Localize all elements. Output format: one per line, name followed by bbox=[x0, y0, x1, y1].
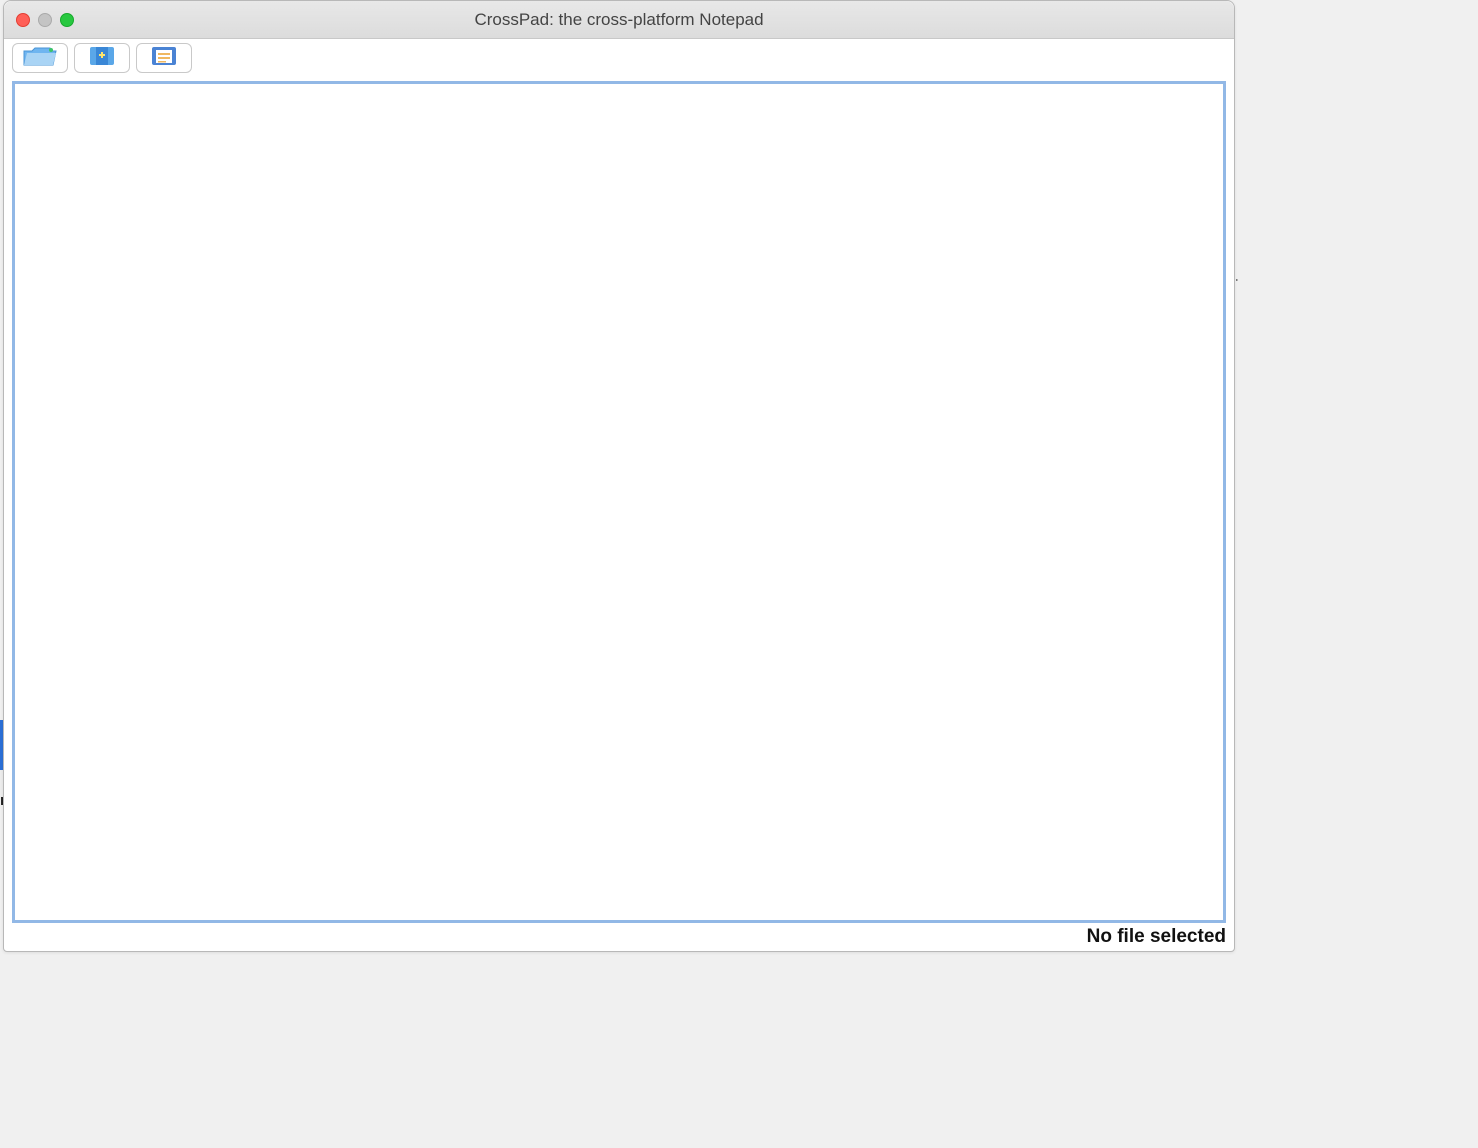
new-file-button[interactable] bbox=[74, 43, 130, 73]
text-editor[interactable] bbox=[12, 81, 1226, 923]
close-window-button[interactable] bbox=[16, 13, 30, 27]
open-folder-icon bbox=[22, 45, 58, 72]
toolbar bbox=[4, 39, 1234, 77]
new-file-icon bbox=[84, 45, 120, 72]
open-folder-button[interactable] bbox=[12, 43, 68, 73]
app-window: CrossPad: the cross-platform Notepad bbox=[3, 0, 1235, 952]
save-file-button[interactable] bbox=[136, 43, 192, 73]
save-file-icon bbox=[146, 45, 182, 72]
status-message: No file selected bbox=[1087, 926, 1226, 948]
minimize-window-button[interactable] bbox=[38, 13, 52, 27]
traffic-lights bbox=[16, 13, 74, 27]
window-title: CrossPad: the cross-platform Notepad bbox=[4, 10, 1234, 30]
titlebar[interactable]: CrossPad: the cross-platform Notepad bbox=[4, 1, 1234, 39]
maximize-window-button[interactable] bbox=[60, 13, 74, 27]
status-bar: No file selected bbox=[4, 925, 1234, 951]
